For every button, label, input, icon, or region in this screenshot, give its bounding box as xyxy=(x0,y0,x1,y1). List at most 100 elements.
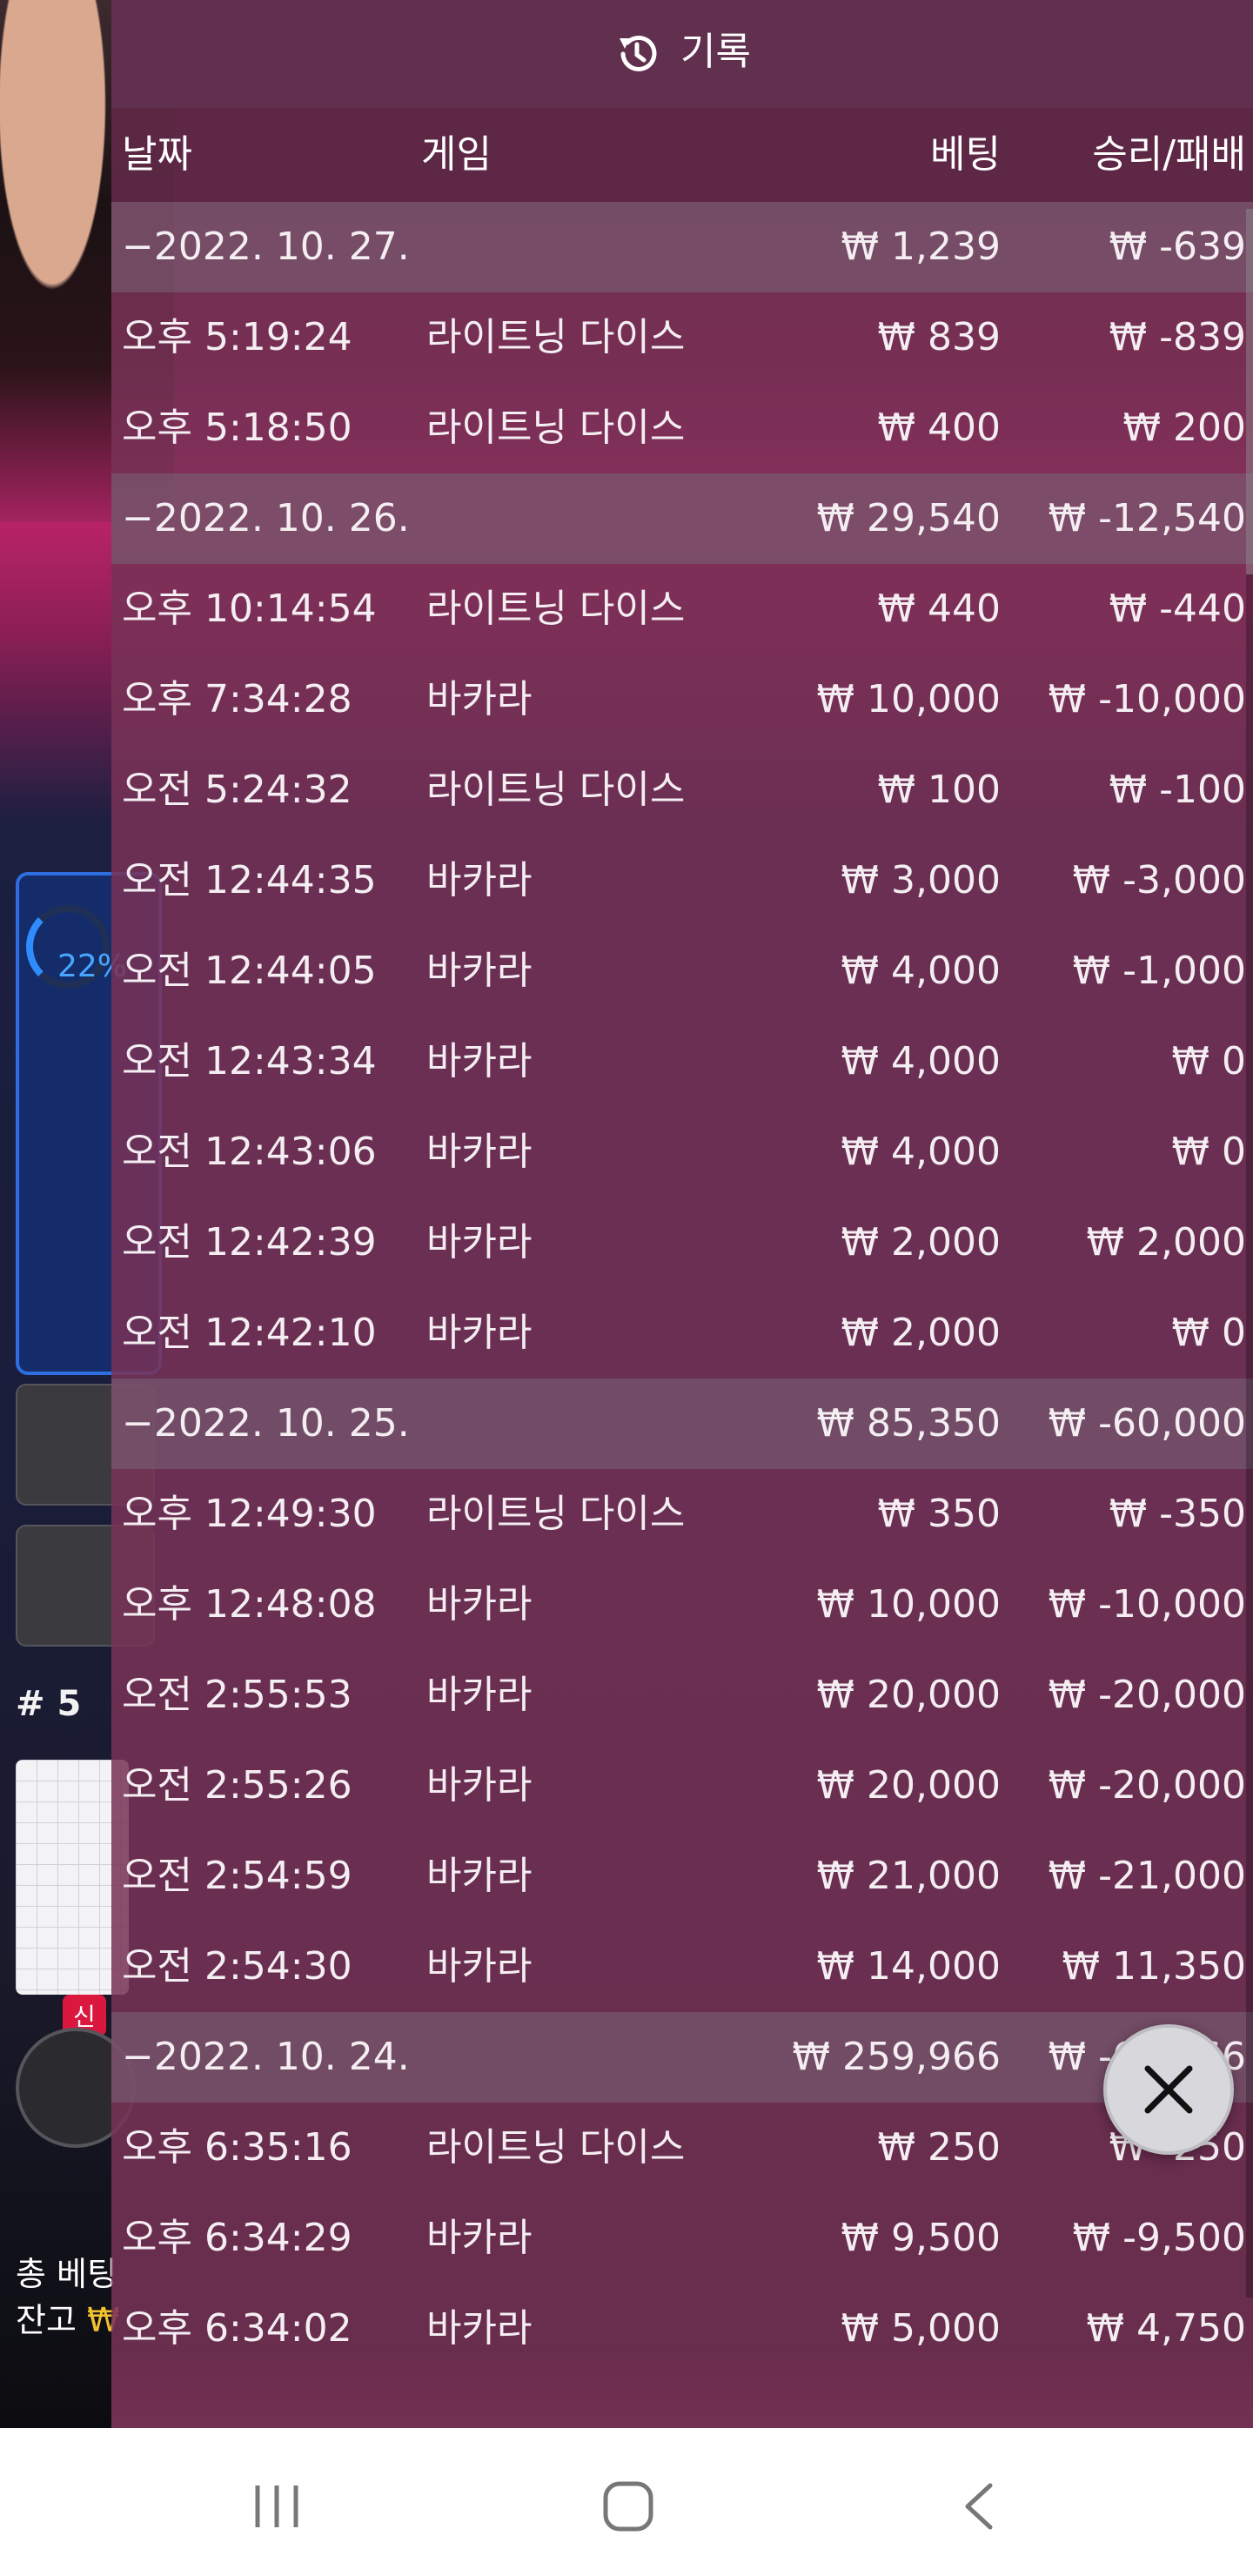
list-fade xyxy=(111,2350,1253,2428)
date-group-row[interactable]: −2022. 10. 25. ₩ 85,350 ₩ -60,000 xyxy=(111,1379,1253,1469)
row-date-group: −2022. 10. 24. xyxy=(122,2035,410,2079)
row-bet-amount: ₩ 4,000 xyxy=(841,1130,1001,1174)
history-row[interactable]: 오전 12:44:35 바카라 ₩ 3,000 ₩ -3,000 xyxy=(111,835,1253,926)
balance-label: 잔고 ₩ xyxy=(16,2293,120,2341)
history-row[interactable]: 오후 6:35:16 라이트닝 다이스 ₩ 250 ₩ -250 xyxy=(111,2103,1253,2193)
row-win-loss: ₩ -60,000 xyxy=(1048,1401,1246,1446)
close-button[interactable] xyxy=(1103,2024,1234,2155)
row-time: 오후 5:19:24 xyxy=(122,315,352,359)
table-number: # 5 xyxy=(16,1684,82,1724)
date-group-row[interactable]: −2022. 10. 26. ₩ 29,540 ₩ -12,540 xyxy=(111,473,1253,564)
history-row[interactable]: 오전 12:43:34 바카라 ₩ 4,000 ₩ 0 xyxy=(111,1016,1253,1107)
row-game: 바카라 xyxy=(426,1311,533,1355)
row-win-loss: ₩ -440 xyxy=(1109,587,1246,631)
row-win-loss: ₩ 11,350 xyxy=(1062,1944,1246,1989)
row-win-loss: ₩ 200 xyxy=(1122,406,1246,450)
total-bet-label: 총 베팅 xyxy=(16,2255,117,2293)
row-bet-amount: ₩ 21,000 xyxy=(816,1854,1001,1898)
back-icon[interactable] xyxy=(957,2480,999,2532)
row-win-loss: ₩ 0 xyxy=(1171,1039,1247,1083)
column-header-date: 날짜 xyxy=(122,132,192,177)
history-row[interactable]: 오전 2:55:53 바카라 ₩ 20,000 ₩ -20,000 xyxy=(111,1650,1253,1741)
history-icon xyxy=(620,35,657,71)
column-header-win-loss: 승리/패배 xyxy=(1092,132,1246,177)
row-time: 오전 2:54:30 xyxy=(122,1944,352,1989)
row-bet-amount: ₩ 20,000 xyxy=(816,1673,1001,1717)
panel-header: 기록 xyxy=(111,0,1253,108)
row-date-group: −2022. 10. 26. xyxy=(122,496,410,540)
scrollbar-thumb[interactable] xyxy=(1246,209,1253,574)
row-game: 바카라 xyxy=(426,1673,533,1717)
row-game: 바카라 xyxy=(426,1854,533,1898)
row-game: 바카라 xyxy=(426,1220,533,1265)
row-game: 바카라 xyxy=(426,1582,533,1627)
history-row[interactable]: 오후 12:49:30 라이트닝 다이스 ₩ 350 ₩ -350 xyxy=(111,1469,1253,1560)
row-time: 오전 12:44:35 xyxy=(122,858,377,902)
balance-label-text: 잔고 xyxy=(16,2301,77,2339)
row-bet-amount: ₩ 440 xyxy=(877,587,1001,631)
row-game: 라이트닝 다이스 xyxy=(426,768,686,812)
row-win-loss: ₩ -3,000 xyxy=(1072,858,1246,902)
row-win-loss: ₩ 0 xyxy=(1171,1130,1247,1174)
row-time: 오후 6:35:16 xyxy=(122,2125,352,2170)
row-date-group: −2022. 10. 27. xyxy=(122,225,410,269)
home-icon[interactable] xyxy=(600,2479,656,2534)
history-row[interactable]: 오전 5:24:32 라이트닝 다이스 ₩ 100 ₩ -100 xyxy=(111,745,1253,835)
row-game: 바카라 xyxy=(426,949,533,993)
row-time: 오전 2:55:53 xyxy=(122,1673,352,1717)
row-bet-amount: ₩ 10,000 xyxy=(816,1582,1001,1627)
history-row[interactable]: 오후 10:14:54 라이트닝 다이스 ₩ 440 ₩ -440 xyxy=(111,564,1253,654)
row-bet-amount: ₩ 1,239 xyxy=(841,225,1001,269)
history-row[interactable]: 오전 2:54:59 바카라 ₩ 21,000 ₩ -21,000 xyxy=(111,1831,1253,1922)
history-row[interactable]: 오전 12:42:39 바카라 ₩ 2,000 ₩ 2,000 xyxy=(111,1197,1253,1288)
row-game: 라이트닝 다이스 xyxy=(426,406,686,450)
row-game: 바카라 xyxy=(426,1039,533,1083)
row-bet-amount: ₩ 400 xyxy=(877,406,1001,450)
row-bet-amount: ₩ 14,000 xyxy=(816,1944,1001,1989)
row-win-loss: ₩ -12,540 xyxy=(1048,496,1246,540)
history-row[interactable]: 오전 12:42:10 바카라 ₩ 2,000 ₩ 0 xyxy=(111,1288,1253,1379)
row-bet-amount: ₩ 839 xyxy=(877,315,1001,359)
column-header-game: 게임 xyxy=(421,132,492,177)
row-time: 오전 12:42:10 xyxy=(122,1311,377,1355)
row-time: 오전 2:55:26 xyxy=(122,1763,352,1808)
history-row[interactable]: 오전 12:43:06 바카라 ₩ 4,000 ₩ 0 xyxy=(111,1107,1253,1197)
row-bet-amount: ₩ 3,000 xyxy=(841,858,1001,902)
history-panel: 기록 날짜 게임 베팅 승리/패배 −2022. 10. 27. ₩ 1,239 ₩… xyxy=(111,0,1253,2428)
history-row[interactable]: 오후 7:34:28 바카라 ₩ 10,000 ₩ -10,000 xyxy=(111,654,1253,745)
row-bet-amount: ₩ 350 xyxy=(877,1492,1001,1536)
history-row[interactable]: 오전 2:54:30 바카라 ₩ 14,000 ₩ 11,350 xyxy=(111,1922,1253,2012)
column-header-bet: 베팅 xyxy=(930,132,1001,177)
row-time: 오전 12:43:34 xyxy=(122,1039,377,1083)
row-date-group: −2022. 10. 25. xyxy=(122,1401,410,1446)
row-bet-amount: ₩ 85,350 xyxy=(816,1401,1001,1446)
row-win-loss: ₩ -839 xyxy=(1109,315,1246,359)
history-row[interactable]: 오후 12:48:08 바카라 ₩ 10,000 ₩ -10,000 xyxy=(111,1560,1253,1650)
row-game: 바카라 xyxy=(426,1944,533,1989)
recent-apps-icon[interactable] xyxy=(251,2482,303,2531)
row-time: 오전 5:24:32 xyxy=(122,768,352,812)
panel-title: 기록 xyxy=(680,30,751,74)
close-icon xyxy=(1144,2065,1193,2114)
column-header-row: 날짜 게임 베팅 승리/패배 xyxy=(111,108,1253,202)
row-game: 바카라 xyxy=(426,858,533,902)
history-row[interactable]: 오후 5:19:24 라이트닝 다이스 ₩ 839 ₩ -839 xyxy=(111,292,1253,383)
row-game: 라이트닝 다이스 xyxy=(426,587,686,631)
row-bet-amount: ₩ 29,540 xyxy=(816,496,1001,540)
row-game: 라이트닝 다이스 xyxy=(426,315,686,359)
row-time: 오후 6:34:29 xyxy=(122,2216,352,2260)
row-win-loss: ₩ -1,000 xyxy=(1072,949,1246,993)
row-time: 오전 12:43:06 xyxy=(122,1130,377,1174)
history-row[interactable]: 오후 6:34:29 바카라 ₩ 9,500 ₩ -9,500 xyxy=(111,2193,1253,2284)
history-row[interactable]: 오전 12:44:05 바카라 ₩ 4,000 ₩ -1,000 xyxy=(111,926,1253,1016)
history-row[interactable]: 오후 5:18:50 라이트닝 다이스 ₩ 400 ₩ 200 xyxy=(111,383,1253,473)
row-game: 바카라 xyxy=(426,677,533,721)
row-win-loss: ₩ -10,000 xyxy=(1048,1582,1246,1627)
row-bet-amount: ₩ 259,966 xyxy=(792,2035,1001,2079)
row-win-loss: ₩ 2,000 xyxy=(1086,1220,1246,1265)
history-row[interactable]: 오전 2:55:26 바카라 ₩ 20,000 ₩ -20,000 xyxy=(111,1741,1253,1831)
row-win-loss: ₩ -20,000 xyxy=(1048,1673,1246,1717)
date-group-row[interactable]: −2022. 10. 24.₩ 259,966₩ -68,366 xyxy=(111,2012,1253,2103)
date-group-row[interactable]: −2022. 10. 27. ₩ 1,239 ₩ -639 xyxy=(111,202,1253,292)
row-bet-amount: ₩ 20,000 xyxy=(816,1763,1001,1808)
